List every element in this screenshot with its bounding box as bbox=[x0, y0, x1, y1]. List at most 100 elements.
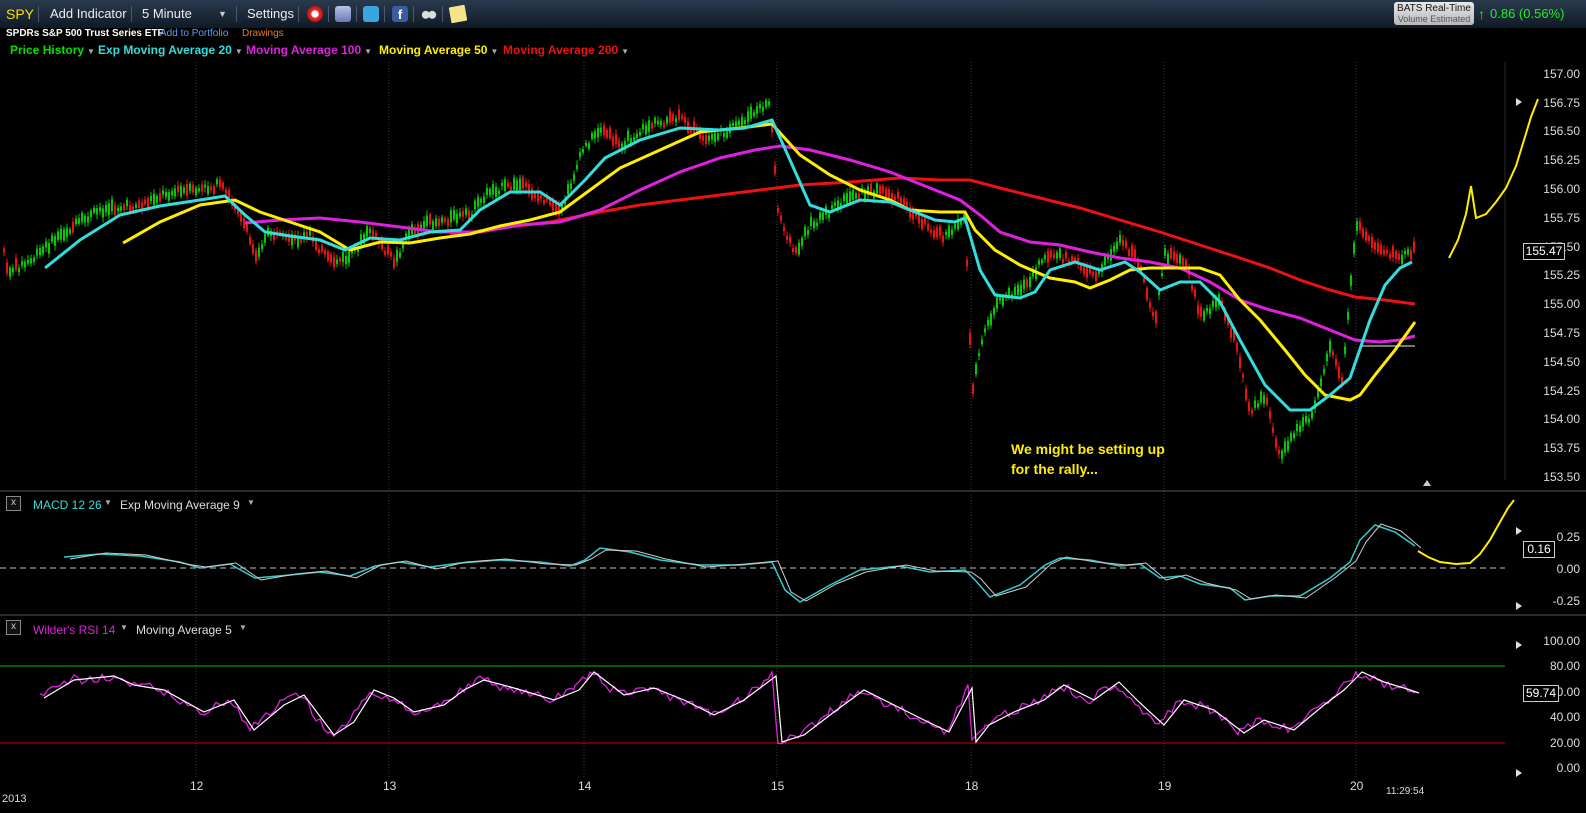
price-candle-body bbox=[315, 240, 317, 250]
price-candle-body bbox=[447, 218, 449, 226]
rsi-ma-label[interactable]: Moving Average 5 bbox=[136, 623, 232, 637]
price-candle-body bbox=[1146, 287, 1148, 300]
price-candle-body bbox=[1332, 351, 1334, 356]
price-candle-body bbox=[21, 261, 23, 266]
price-candle-body bbox=[618, 140, 620, 148]
close-icon[interactable]: x bbox=[6, 620, 21, 635]
chevron-down-icon[interactable]: ▼ bbox=[247, 498, 255, 507]
price-candle-body bbox=[150, 195, 152, 202]
price-candle-body bbox=[492, 184, 494, 195]
year-label: 2013 bbox=[2, 793, 27, 805]
price-candle-body bbox=[1335, 359, 1337, 366]
rsi-current-box: 59.74 bbox=[1523, 685, 1559, 702]
price-candle-body bbox=[1152, 311, 1154, 317]
macd-pointer bbox=[1516, 527, 1522, 535]
price-candle-body bbox=[732, 122, 734, 127]
price-candle-body bbox=[1167, 253, 1169, 265]
price-candle-body bbox=[306, 231, 308, 238]
price-candle-body bbox=[930, 229, 932, 233]
price-candle-body bbox=[183, 187, 185, 193]
time-label: 11:29:54 bbox=[1386, 786, 1425, 797]
price-candle-body bbox=[525, 182, 527, 187]
price-candle-body bbox=[18, 267, 20, 273]
price-candle-body bbox=[1095, 271, 1097, 281]
price-candle-body bbox=[204, 184, 206, 188]
macd-signal-label[interactable]: Exp Moving Average 9 bbox=[120, 498, 240, 512]
price-candle-body bbox=[843, 194, 845, 202]
price-candle-body bbox=[711, 134, 713, 140]
price-candle-body bbox=[1050, 250, 1052, 258]
price-candle-body bbox=[597, 128, 599, 138]
price-candle-body bbox=[399, 252, 401, 258]
price-candle-body bbox=[474, 200, 476, 210]
price-candle-body bbox=[852, 189, 854, 200]
price-candle-body bbox=[1350, 275, 1352, 286]
price-candle-body bbox=[705, 134, 707, 144]
price-candle-body bbox=[507, 182, 509, 187]
price-candle-body bbox=[1122, 239, 1124, 247]
price-candle-body bbox=[1194, 289, 1196, 297]
price-candle-body bbox=[1377, 242, 1379, 253]
price-candle-body bbox=[1092, 271, 1094, 277]
price-candle-body bbox=[225, 189, 227, 194]
price-candle-body bbox=[921, 218, 923, 229]
price-candle-body bbox=[738, 120, 740, 126]
macd-label[interactable]: MACD 12 26 bbox=[33, 498, 102, 512]
price-candle-body bbox=[645, 125, 647, 135]
price-candle-body bbox=[984, 328, 986, 333]
price-candle-body bbox=[639, 131, 641, 136]
price-candle-body bbox=[186, 183, 188, 196]
macd-line bbox=[63, 524, 1416, 603]
price-candle-body bbox=[675, 118, 677, 123]
price-candle-body bbox=[348, 251, 350, 263]
price-candle-body bbox=[480, 198, 482, 203]
price-tick: 156.50 bbox=[1543, 124, 1580, 138]
chart-canvas[interactable] bbox=[0, 0, 1586, 813]
macd-signal-line bbox=[69, 523, 1422, 602]
rsi-tick: 80.00 bbox=[1549, 659, 1580, 673]
price-candle-body bbox=[855, 193, 857, 199]
price-candle-body bbox=[1248, 402, 1250, 412]
rsi-label[interactable]: Wilder's RSI 14 bbox=[33, 623, 115, 637]
price-candle-body bbox=[1209, 308, 1211, 315]
price-candle-body bbox=[582, 148, 584, 153]
macd-plot bbox=[0, 523, 1505, 603]
price-candle-body bbox=[534, 193, 536, 199]
price-candle-body bbox=[96, 208, 98, 215]
price-candle-body bbox=[1230, 327, 1232, 339]
price-candle-body bbox=[396, 250, 398, 262]
price-candle-body bbox=[486, 188, 488, 195]
price-candle-body bbox=[87, 216, 89, 223]
chevron-down-icon[interactable]: ▼ bbox=[120, 623, 128, 632]
price-candle-body bbox=[249, 237, 251, 245]
price-candles bbox=[3, 97, 1415, 464]
chevron-down-icon[interactable]: ▼ bbox=[104, 498, 112, 507]
price-candle-body bbox=[45, 241, 47, 248]
price-candle-body bbox=[1113, 245, 1115, 252]
price-candle-body bbox=[369, 228, 371, 234]
price-candle-body bbox=[468, 210, 470, 220]
price-candle-body bbox=[192, 184, 194, 193]
chevron-down-icon[interactable]: ▼ bbox=[239, 623, 247, 632]
price-candle-body bbox=[123, 204, 125, 211]
price-candle-body bbox=[573, 174, 575, 181]
price-candle-body bbox=[465, 208, 467, 216]
price-candle-body bbox=[735, 121, 737, 127]
macd-current-box: 0.16 bbox=[1523, 541, 1555, 558]
price-candle-body bbox=[1200, 306, 1202, 317]
price-candle-body bbox=[1086, 266, 1088, 278]
price-candle-body bbox=[744, 119, 746, 125]
price-candle-body bbox=[1176, 254, 1178, 263]
price-candle-body bbox=[765, 100, 767, 108]
price-candle-body bbox=[804, 226, 806, 237]
price-candle-body bbox=[1251, 409, 1253, 414]
price-candle-body bbox=[750, 106, 752, 119]
price-candle-body bbox=[1143, 277, 1145, 283]
price-candle-body bbox=[1293, 432, 1295, 439]
scroll-up-arrow[interactable] bbox=[1423, 480, 1431, 486]
close-icon[interactable]: x bbox=[6, 496, 21, 511]
price-candle-body bbox=[1185, 260, 1187, 268]
price-candle-body bbox=[441, 217, 443, 223]
price-candle-body bbox=[138, 200, 140, 209]
price-candle-body bbox=[1206, 307, 1208, 312]
